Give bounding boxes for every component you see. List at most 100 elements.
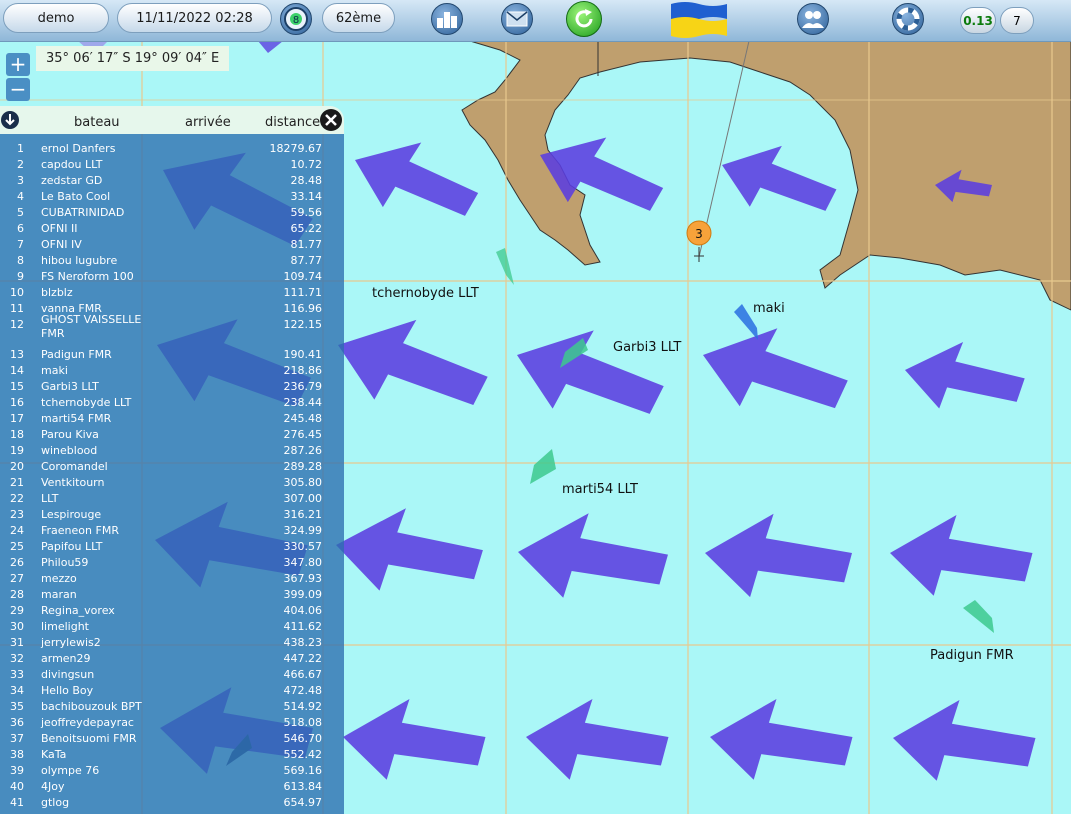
ranking-rank: 19 [10,444,24,457]
ranking-row[interactable]: 17 marti54 FMR 245.48 [0,412,344,428]
ranking-boat-name: olympe 76 [41,764,100,777]
ranking-row[interactable]: 20 Coromandel 289.28 [0,460,344,476]
ranking-rank: 32 [10,652,24,665]
collapse-icon[interactable] [0,110,20,134]
ranking-row[interactable]: 18 Parou Kiva 276.45 [0,428,344,444]
close-icon[interactable] [319,108,343,136]
friends-icon[interactable] [797,3,829,35]
ranking-row[interactable]: 4 Le Bato Cool 33.14 [0,190,344,206]
ranking-rank: 10 [10,286,24,299]
ranking-row[interactable]: 16 tchernobyde LLT 238.44 [0,396,344,412]
ranking-rank: 33 [10,668,24,681]
mail-icon[interactable] [501,3,533,35]
ranking-row[interactable]: 23 Lespirouge 316.21 [0,508,344,524]
ranking-row[interactable]: 13 Padigun FMR 190.41 [0,348,344,364]
count-badge[interactable]: 7 [1000,7,1034,34]
ranking-rank: 28 [10,588,24,601]
ranking-row[interactable]: 32 armen29 447.22 [0,652,344,668]
ranking-distance: 238.44 [283,396,323,409]
zoom-in-button[interactable]: + [6,53,30,76]
boat-label: maki [753,301,785,316]
ranking-distance: 116.96 [283,302,323,315]
ranking-row[interactable]: 29 Regina_vorex 404.06 [0,604,344,620]
ranking-row[interactable]: 12 GHOST VAISSELLE FMR 122.15 [0,313,344,340]
ranking-row[interactable]: 1 ernol Danfers 18279.67 [0,142,344,158]
ranking-row[interactable]: 10 blzblz 111.71 [0,286,344,302]
ranking-rank: 4 [17,190,24,203]
ranking-distance: 236.79 [283,380,323,393]
ranking-distance: 518.08 [283,716,323,729]
top-toolbar: demo 11/11/2022 02:28 8 62ème 0.13 7 [0,0,1071,42]
ranking-row[interactable]: 19 wineblood 287.26 [0,444,344,460]
ranking-row[interactable]: 33 divingsun 466.67 [0,668,344,684]
clock-icon[interactable]: 8 [280,3,312,35]
ranking-row[interactable]: 8 hibou lugubre 87.77 [0,254,344,270]
svg-text:8: 8 [293,15,299,26]
ranking-row[interactable]: 39 olympe 76 569.16 [0,764,344,780]
ranking-rank: 26 [10,556,24,569]
ranking-row[interactable]: 40 4Joy 613.84 [0,780,344,796]
ranking-row[interactable]: 28 maran 399.09 [0,588,344,604]
ranking-boat-name: FS Neroform 100 [41,270,134,283]
ranking-rank: 35 [10,700,24,713]
ranking-distance: 654.97 [283,796,323,809]
ranking-row[interactable]: 36 jeoffreydepayrac 518.08 [0,716,344,732]
refresh-icon[interactable] [566,1,602,37]
header-distance[interactable]: distance [265,115,320,130]
ranking-row[interactable]: 37 Benoitsuomi FMR 546.70 [0,732,344,748]
header-arrival[interactable]: arrivée [185,115,231,130]
rank-button[interactable]: 62ème [322,3,395,33]
datetime-display[interactable]: 11/11/2022 02:28 [117,3,272,33]
ranking-boat-name: Papifou LLT [41,540,103,553]
ranking-boat-name: Padigun FMR [41,348,112,361]
zoom-out-button[interactable]: − [6,78,30,101]
ranking-rank: 34 [10,684,24,697]
ranking-distance: 276.45 [283,428,323,441]
ranking-distance: 347.80 [283,556,323,569]
ranking-rank: 21 [10,476,24,489]
ranking-distance: 546.70 [283,732,323,745]
ranking-row[interactable]: 15 Garbi3 LLT 236.79 [0,380,344,396]
ranking-row[interactable]: 3 zedstar GD 28.48 [0,174,344,190]
ranking-row[interactable]: 30 limelight 411.62 [0,620,344,636]
ranking-row[interactable]: 27 mezzo 367.93 [0,572,344,588]
ranking-row[interactable]: 21 Ventkitourn 305.80 [0,476,344,492]
ranking-rank: 22 [10,492,24,505]
ranking-rank: 8 [17,254,24,267]
ranking-row[interactable]: 2 capdou LLT 10.72 [0,158,344,174]
ranking-row[interactable]: 6 OFNI II 65.22 [0,222,344,238]
score-badge: 0.13 [960,7,996,34]
podium-icon[interactable] [431,3,463,35]
ranking-row[interactable]: 31 jerrylewis2 438.23 [0,636,344,652]
ranking-boat-name: Fraeneon FMR [41,524,119,537]
ranking-distance: 287.26 [283,444,323,457]
ranking-distance: 569.16 [283,764,323,777]
boat-label: tchernobyde LLT [372,286,479,301]
ranking-rank: 5 [17,206,24,219]
ranking-distance: 81.77 [290,238,323,251]
ranking-row[interactable]: 35 bachibouzouk BPT 514.92 [0,700,344,716]
ranking-row[interactable]: 26 Philou59 347.80 [0,556,344,572]
user-button[interactable]: demo [3,3,109,33]
ranking-boat-name: Lespirouge [41,508,102,521]
ranking-row[interactable]: 25 Papifou LLT 330.57 [0,540,344,556]
ranking-row[interactable]: 34 Hello Boy 472.48 [0,684,344,700]
ukraine-flag-icon[interactable] [671,0,727,38]
ranking-distance: 111.71 [283,286,323,299]
ranking-row[interactable]: 41 gtlog 654.97 [0,796,344,812]
ranking-rank: 7 [17,238,24,251]
ranking-distance: 109.74 [283,270,323,283]
ranking-boat-name: capdou LLT [41,158,103,171]
ranking-row[interactable]: 9 FS Neroform 100 109.74 [0,270,344,286]
ranking-row[interactable]: 5 CUBATRINIDAD 59.56 [0,206,344,222]
ranking-row[interactable]: 7 OFNI IV 81.77 [0,238,344,254]
ranking-rank: 15 [10,380,24,393]
ranking-row[interactable]: 38 KaTa 552.42 [0,748,344,764]
ranking-rank: 3 [17,174,24,187]
ranking-row[interactable]: 22 LLT 307.00 [0,492,344,508]
lifebuoy-icon[interactable] [892,3,924,35]
header-boat[interactable]: bateau [74,115,120,130]
ranking-row[interactable]: 14 maki 218.86 [0,364,344,380]
ranking-boat-name: GHOST VAISSELLE FMR [41,313,142,340]
ranking-row[interactable]: 24 Fraeneon FMR 324.99 [0,524,344,540]
